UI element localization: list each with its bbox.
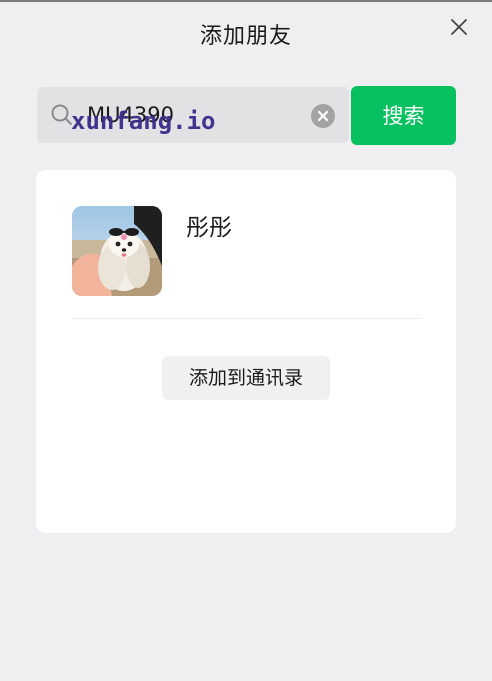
contact-nickname: 彤彤: [186, 215, 232, 241]
avatar[interactable]: [72, 206, 162, 296]
add-to-contacts-button[interactable]: 添加到通讯录: [162, 356, 330, 400]
page-title: 添加朋友: [199, 24, 292, 49]
search-input[interactable]: MU4390 xunfang.io: [37, 87, 349, 143]
avatar-image: [72, 206, 162, 296]
clear-icon: [311, 104, 335, 128]
close-button[interactable]: [446, 14, 472, 40]
watermark-text: xunfang.io: [71, 107, 216, 135]
window-top-border: [0, 0, 492, 2]
clear-search-button[interactable]: [311, 104, 335, 128]
search-button[interactable]: 搜索: [351, 86, 456, 145]
close-icon: [451, 19, 467, 35]
search-result-card: 彤彤 添加到通讯录: [36, 170, 456, 533]
divider: [72, 318, 422, 319]
